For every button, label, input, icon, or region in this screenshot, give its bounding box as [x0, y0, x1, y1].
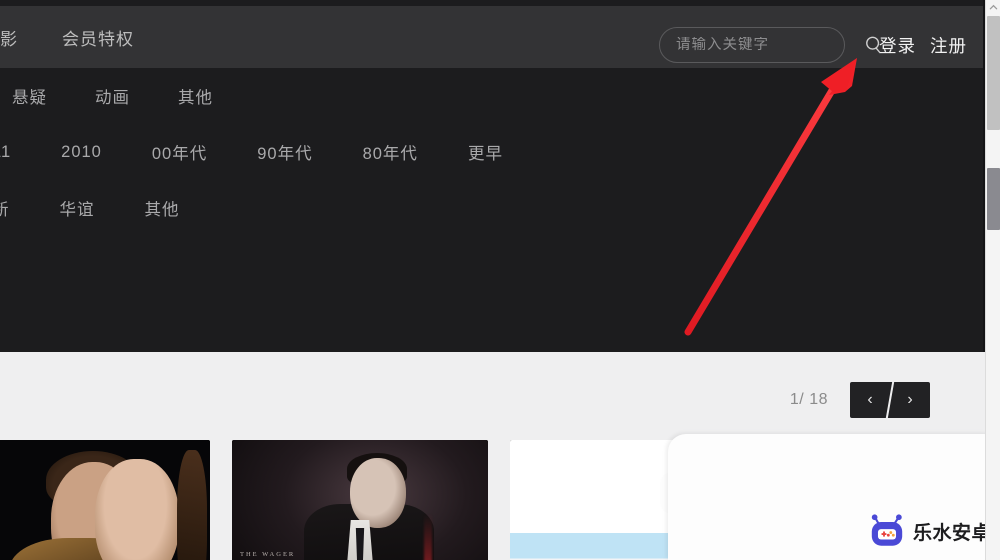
scrollbar-thumb-upper[interactable] — [987, 16, 1000, 130]
filter-chip-studio-other[interactable]: 其他 — [145, 196, 180, 220]
filter-chip-decade-2000s[interactable]: 00年代 — [152, 140, 207, 164]
search-box[interactable] — [659, 27, 881, 63]
poster-card-couple[interactable] — [0, 440, 210, 560]
poster-tagline: THE WAGERBETWEENHEAVEN AND HELLIS ON EAR… — [240, 550, 296, 558]
filter-row-year: 11 2010 00年代 90年代 80年代 更早 — [0, 124, 985, 180]
filter-chip-year-2011[interactable]: 11 — [0, 143, 11, 162]
poster-shape — [423, 514, 432, 560]
poster-shape — [177, 449, 208, 560]
filter-row-studio: 新 华谊 其他 — [0, 180, 985, 236]
filter-chip-decade-1980s[interactable]: 80年代 — [363, 140, 418, 164]
register-link[interactable]: 注册 — [930, 33, 967, 58]
filter-panel: 悬疑 动画 其他 11 2010 00年代 90年代 80年代 更早 新 华谊 … — [0, 68, 985, 236]
filter-row-genre: 悬疑 动画 其他 — [0, 68, 985, 124]
pagination: 1/ 18 ‹ › — [790, 382, 930, 418]
filter-chip-other-genre[interactable]: 其他 — [178, 84, 213, 108]
chevron-up-icon — [989, 4, 998, 10]
filter-chip-suspense[interactable]: 悬疑 — [12, 84, 47, 108]
auth-links: 登录 注册 — [879, 27, 967, 63]
poster-card-list: GIOVANNI LITRICO — [0, 440, 766, 560]
filter-chip-year-2010[interactable]: 2010 — [61, 143, 102, 162]
filter-chip-earlier[interactable]: 更早 — [468, 140, 503, 164]
prev-page-button[interactable]: ‹ — [850, 382, 890, 418]
login-link[interactable]: 登录 — [879, 33, 916, 58]
pagination-buttons: ‹ › — [850, 382, 930, 418]
top-navigation-bar: 影 会员特权 登录 注册 — [0, 6, 985, 68]
next-page-button[interactable]: › — [890, 382, 930, 418]
watermark: 乐水安卓网 — [868, 512, 1000, 550]
filter-chip-decade-1990s[interactable]: 90年代 — [257, 140, 312, 164]
nav-item-movies-clipped[interactable]: 影 — [0, 25, 18, 50]
poster-artwork — [0, 440, 210, 560]
poster-card-noir[interactable]: THE WAGERBETWEENHEAVEN AND HELLIS ON EAR… — [232, 440, 488, 560]
scrollbar-thumb-lower[interactable] — [987, 168, 1000, 230]
poster-artwork: THE WAGERBETWEENHEAVEN AND HELLIS ON EAR… — [232, 440, 488, 560]
filter-chip-animation[interactable]: 动画 — [95, 84, 130, 108]
filter-chip-studio-huayi[interactable]: 华谊 — [60, 196, 95, 220]
scroll-up-arrow-icon[interactable] — [986, 0, 1000, 15]
nav-item-list: 影 会员特权 — [0, 6, 134, 68]
filter-chip-studio-clipped[interactable]: 新 — [0, 196, 10, 220]
poster-shape — [349, 457, 406, 528]
page-counter: 1/ 18 — [789, 391, 828, 408]
vertical-scrollbar[interactable] — [985, 0, 1000, 560]
search-input[interactable] — [676, 37, 863, 53]
poster-shape — [95, 459, 180, 560]
screenshot-root: 影 会员特权 登录 注册 悬疑 动画 其他 11 2010 00年代 90年代 … — [0, 0, 1000, 560]
robot-gamepad-icon — [871, 514, 903, 546]
nav-item-member-privileges[interactable]: 会员特权 — [62, 25, 134, 50]
